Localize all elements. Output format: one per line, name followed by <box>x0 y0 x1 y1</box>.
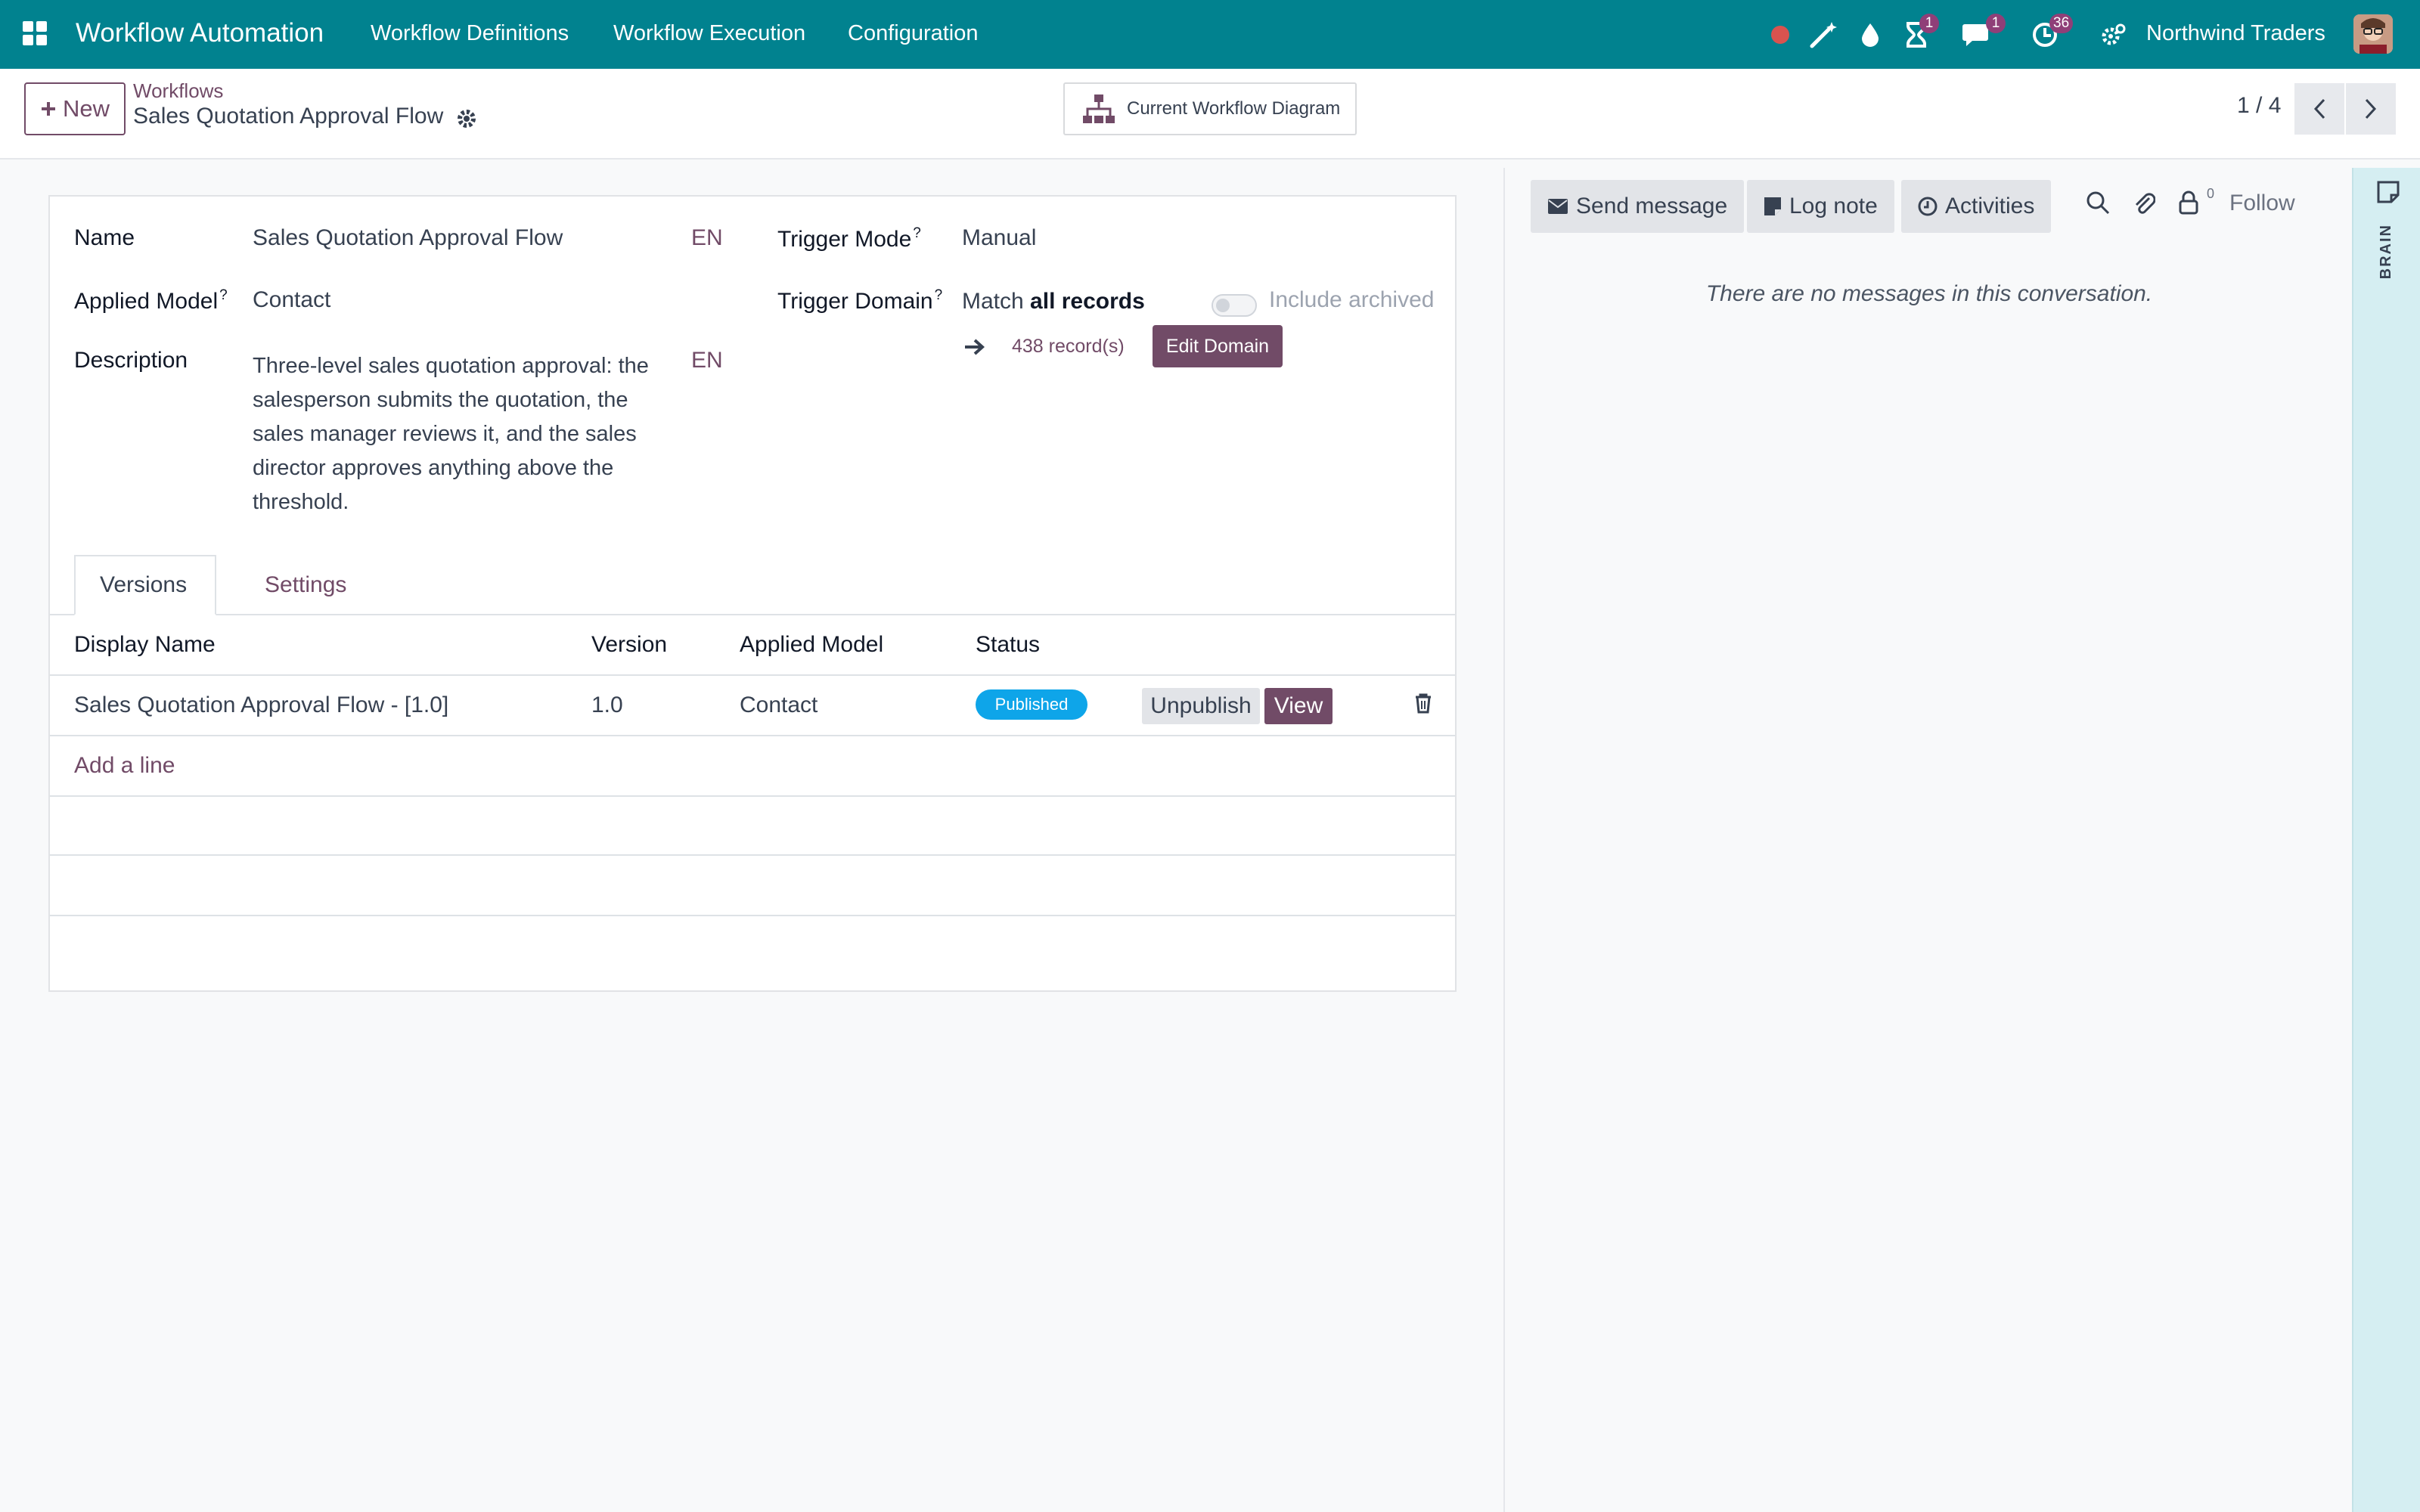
diagram-button-label: Current Workflow Diagram <box>1127 98 1341 119</box>
breadcrumb-workflows[interactable]: Workflows <box>133 79 223 103</box>
domain-summary: Match all records <box>962 289 1145 314</box>
trigger-mode-label: Trigger Mode? <box>777 225 921 252</box>
tab-versions[interactable]: Versions <box>74 555 216 615</box>
add-a-line-link[interactable]: Add a line <box>74 753 175 779</box>
description-field[interactable]: Three-level sales quotation approval: th… <box>253 349 676 519</box>
drop-icon[interactable] <box>1860 0 1880 69</box>
brain-label: BRAIN <box>2378 224 2394 280</box>
plus-icon <box>41 102 55 116</box>
app-title[interactable]: Workflow Automation <box>76 18 324 48</box>
description-label: Description <box>74 348 188 373</box>
lock-user-icon[interactable] <box>2178 191 2199 215</box>
activities-label: Activities <box>1945 194 2035 218</box>
applied-model-label: Applied Model? <box>74 287 228 314</box>
current-workflow-diagram-button[interactable]: Current Workflow Diagram <box>1063 82 1357 135</box>
arrow-right-icon <box>965 339 985 355</box>
sitemap-icon <box>1083 94 1115 123</box>
pager-next-button[interactable] <box>2346 83 2396 135</box>
add-line-row: Add a line <box>50 736 1455 797</box>
gear-icon[interactable] <box>456 108 477 135</box>
menu-configuration[interactable]: Configuration <box>848 21 979 46</box>
name-translate-button[interactable]: EN <box>691 225 723 251</box>
trigger-mode-field[interactable]: Manual <box>962 225 1036 251</box>
breadcrumb-current: Sales Quotation Approval Flow <box>133 104 444 129</box>
apps-menu-icon[interactable] <box>23 21 47 45</box>
note-icon <box>1764 197 1781 215</box>
envelope-icon <box>1548 199 1568 214</box>
send-message-label: Send message <box>1576 194 1728 218</box>
paperclip-icon[interactable] <box>2133 191 2155 216</box>
trash-icon[interactable] <box>1414 692 1432 714</box>
chat-icon[interactable] <box>1962 0 1993 69</box>
table-row[interactable]: Sales Quotation Approval Flow - [1.0] 1.… <box>50 676 1455 736</box>
description-translate-button[interactable]: EN <box>691 348 723 373</box>
column-display-name[interactable]: Display Name <box>74 632 216 658</box>
sticky-note-icon[interactable] <box>2376 180 2400 204</box>
chatter-panel: Send message Log note Activities 0 Follo… <box>1506 168 2352 1512</box>
form-sheet: Name Sales Quotation Approval Flow EN Ap… <box>48 195 1457 992</box>
column-applied-model[interactable]: Applied Model <box>740 632 883 658</box>
chevron-right-icon <box>2365 98 2377 119</box>
empty-table-row <box>50 797 1455 856</box>
trigger-domain-label: Trigger Domain? <box>777 287 943 314</box>
settings-gears-icon[interactable] <box>2101 0 2127 69</box>
pager-value[interactable]: 1 / 4 <box>2237 93 2281 119</box>
row-display-name: Sales Quotation Approval Flow - [1.0] <box>74 692 449 717</box>
messages-badge: 1 <box>1986 14 2006 33</box>
help-mark[interactable]: ? <box>219 287 228 303</box>
chevron-left-icon <box>2313 98 2325 119</box>
name-label: Name <box>74 225 135 250</box>
name-field[interactable]: Sales Quotation Approval Flow <box>253 225 563 251</box>
menu-workflow-execution[interactable]: Workflow Execution <box>613 21 805 46</box>
control-panel: New Workflows Sales Quotation Approval F… <box>0 69 2420 160</box>
empty-table-row <box>50 856 1455 916</box>
column-version[interactable]: Version <box>591 632 667 658</box>
log-note-label: Log note <box>1789 194 1878 218</box>
versions-table-header: Display Name Version Applied Model Statu… <box>50 615 1455 676</box>
status-badge: Published <box>976 689 1087 720</box>
applied-model-field[interactable]: Contact <box>253 287 330 313</box>
magic-wand-icon[interactable] <box>1809 0 1838 69</box>
activities-button[interactable]: Activities <box>1901 180 2052 233</box>
brain-side-panel[interactable]: BRAIN <box>2352 168 2420 1512</box>
send-message-button[interactable]: Send message <box>1531 180 1745 233</box>
help-mark[interactable]: ? <box>913 225 921 241</box>
row-version: 1.0 <box>591 692 623 717</box>
unpublish-button[interactable]: Unpublish <box>1142 688 1260 724</box>
activity-badge: 1 <box>1919 14 1939 33</box>
edit-domain-button[interactable]: Edit Domain <box>1153 325 1283 367</box>
include-archived-label: Include archived <box>1269 287 1435 312</box>
form-view: Name Sales Quotation Approval Flow EN Ap… <box>0 168 1505 1512</box>
hourglass-icon[interactable] <box>1906 0 1927 69</box>
records-count-link[interactable]: 438 record(s) <box>1012 336 1125 358</box>
tab-settings[interactable]: Settings <box>265 555 346 615</box>
row-applied-model: Contact <box>740 692 818 717</box>
log-note-button[interactable]: Log note <box>1747 180 1894 233</box>
new-button-label: New <box>62 95 110 122</box>
follow-button[interactable]: Follow <box>2229 191 2295 216</box>
notebook-tabs: Versions Settings <box>50 555 1455 615</box>
clock-icon <box>1918 197 1938 216</box>
top-navbar: Workflow Automation Workflow Definitions… <box>0 0 2420 69</box>
clock-badge: 36 <box>2049 14 2074 33</box>
record-dot-icon[interactable] <box>1770 0 1791 69</box>
empty-conversation-text: There are no messages in this conversati… <box>1705 281 2153 306</box>
include-archived-toggle[interactable] <box>1212 294 1257 317</box>
company-switcher[interactable]: Northwind Traders <box>2146 21 2325 46</box>
clock-icon[interactable] <box>2031 0 2059 69</box>
new-button[interactable]: New <box>24 82 126 135</box>
view-button[interactable]: View <box>1264 688 1333 724</box>
menu-workflow-definitions[interactable]: Workflow Definitions <box>371 21 569 46</box>
followers-count: 0 <box>2207 186 2215 201</box>
help-mark[interactable]: ? <box>935 287 943 303</box>
user-avatar[interactable] <box>2353 14 2393 54</box>
column-status[interactable]: Status <box>976 632 1040 658</box>
pager-previous-button[interactable] <box>2294 83 2344 135</box>
search-icon[interactable] <box>2086 191 2110 215</box>
